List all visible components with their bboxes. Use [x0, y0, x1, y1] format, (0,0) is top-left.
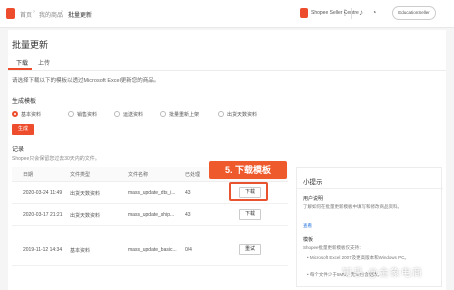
tips-divider [297, 188, 443, 189]
column-file-type: 文件类型 [70, 172, 91, 178]
tips-title: 小提示 [303, 179, 323, 186]
template-heading: 模板 [303, 237, 314, 243]
download-highlight-box [229, 182, 268, 201]
template-options: 基本资料 销售资料 运送资料 批量重新上架 出货天数资料 [12, 109, 432, 119]
step-callout: 5. 下载模板 [209, 161, 287, 179]
template-section-title: 生成模板 [12, 99, 37, 105]
cell-file-type: 出货天数资料 [70, 191, 101, 197]
radio-bulk-relist[interactable]: 批量重新上架 [160, 109, 199, 119]
radio-dot-icon [68, 111, 74, 117]
tab-divider [8, 70, 446, 71]
radio-dot-icon [12, 111, 18, 117]
table-row: 2019-11-12 14:34 基本资料 mass_update_basic.… [12, 226, 288, 266]
breadcrumb-separator-icon: › [61, 9, 63, 15]
table-row: 2020-03-17 21:21 出货天数资料 mass_update_ship… [12, 204, 288, 226]
radio-dts-info[interactable]: 出货天数资料 [218, 109, 257, 119]
user-guide-text: 了解如何在批量更新模板中填写和修改商品资料。 [303, 204, 402, 209]
cell-file-name: mass_update_dts_i... [128, 190, 176, 196]
template-text: Shopee批量更新模板仅支持： [303, 245, 364, 250]
tab-upload[interactable]: 上传 [38, 58, 50, 67]
nav-divider [351, 8, 352, 19]
watermark: 知乎 @金象电商 [342, 268, 423, 279]
radio-dot-icon [160, 111, 166, 117]
page-title: 批量更新 [12, 40, 49, 50]
top-nav: 首页 › 我的商品 › 批量更新 Shopee Seller Centre ⋮ … [0, 0, 454, 28]
cell-file-name: mass_update_basic... [128, 247, 177, 253]
grid-apps-icon[interactable]: ⋮ [340, 8, 350, 18]
user-guide-heading: 用户说明 [303, 196, 324, 202]
radio-dot-icon [218, 111, 224, 117]
cell-processed: 43 [185, 190, 191, 196]
cell-date: 2020-03-24 11:49 [23, 190, 63, 196]
shopee-logo-icon[interactable] [6, 8, 15, 19]
cell-file-type: 基本资料 [70, 248, 91, 254]
breadcrumb-separator-icon: › [33, 9, 35, 15]
cell-date: 2020-03-17 21:21 [23, 212, 63, 218]
tips-bullet: • Microsoft Excel 2007及更高版本和Windows PC。 [307, 255, 409, 260]
breadcrumb-my-products[interactable]: 我的商品 [39, 10, 63, 19]
records-description: Shopee只会保留您过去30天内的文件。 [12, 156, 100, 162]
generate-button[interactable]: 生成 [12, 124, 34, 135]
radio-sales-info[interactable]: 销售资料 [68, 109, 97, 119]
tab-download[interactable]: 下载 [16, 58, 28, 67]
column-date: 日期 [23, 172, 34, 178]
chat-icon[interactable]: ◔ [369, 8, 379, 18]
records-section-title: 记录 [12, 147, 25, 153]
brand-logo-icon [300, 8, 308, 18]
bell-icon[interactable]: ♪ [356, 8, 366, 18]
download-button[interactable]: 下载 [239, 209, 261, 220]
user-guide-link[interactable]: 查看 [303, 223, 312, 229]
cell-processed: 43 [185, 212, 191, 218]
cell-file-name: mass_update_ship... [128, 212, 175, 218]
radio-basic-info[interactable]: 基本资料 [12, 109, 41, 119]
column-processed: 已处理 [185, 172, 201, 178]
breadcrumb-current: 批量更新 [68, 13, 93, 19]
cell-processed: 0/4 [185, 247, 192, 253]
breadcrumb-home[interactable]: 首页 [20, 10, 32, 19]
radio-dot-icon [114, 111, 120, 117]
account-button[interactable]: EducationSeller [392, 6, 436, 20]
retry-button[interactable]: 重试 [239, 244, 261, 255]
radio-shipping-info[interactable]: 运送资料 [114, 109, 143, 119]
cell-date: 2019-11-12 14:34 [23, 247, 63, 253]
cell-file-type: 出货天数资料 [70, 213, 101, 219]
column-file-name: 文件名称 [128, 172, 149, 178]
page-description: 请选择下载以下的模板以透过Microsoft Excel更新您的商品。 [12, 78, 160, 84]
